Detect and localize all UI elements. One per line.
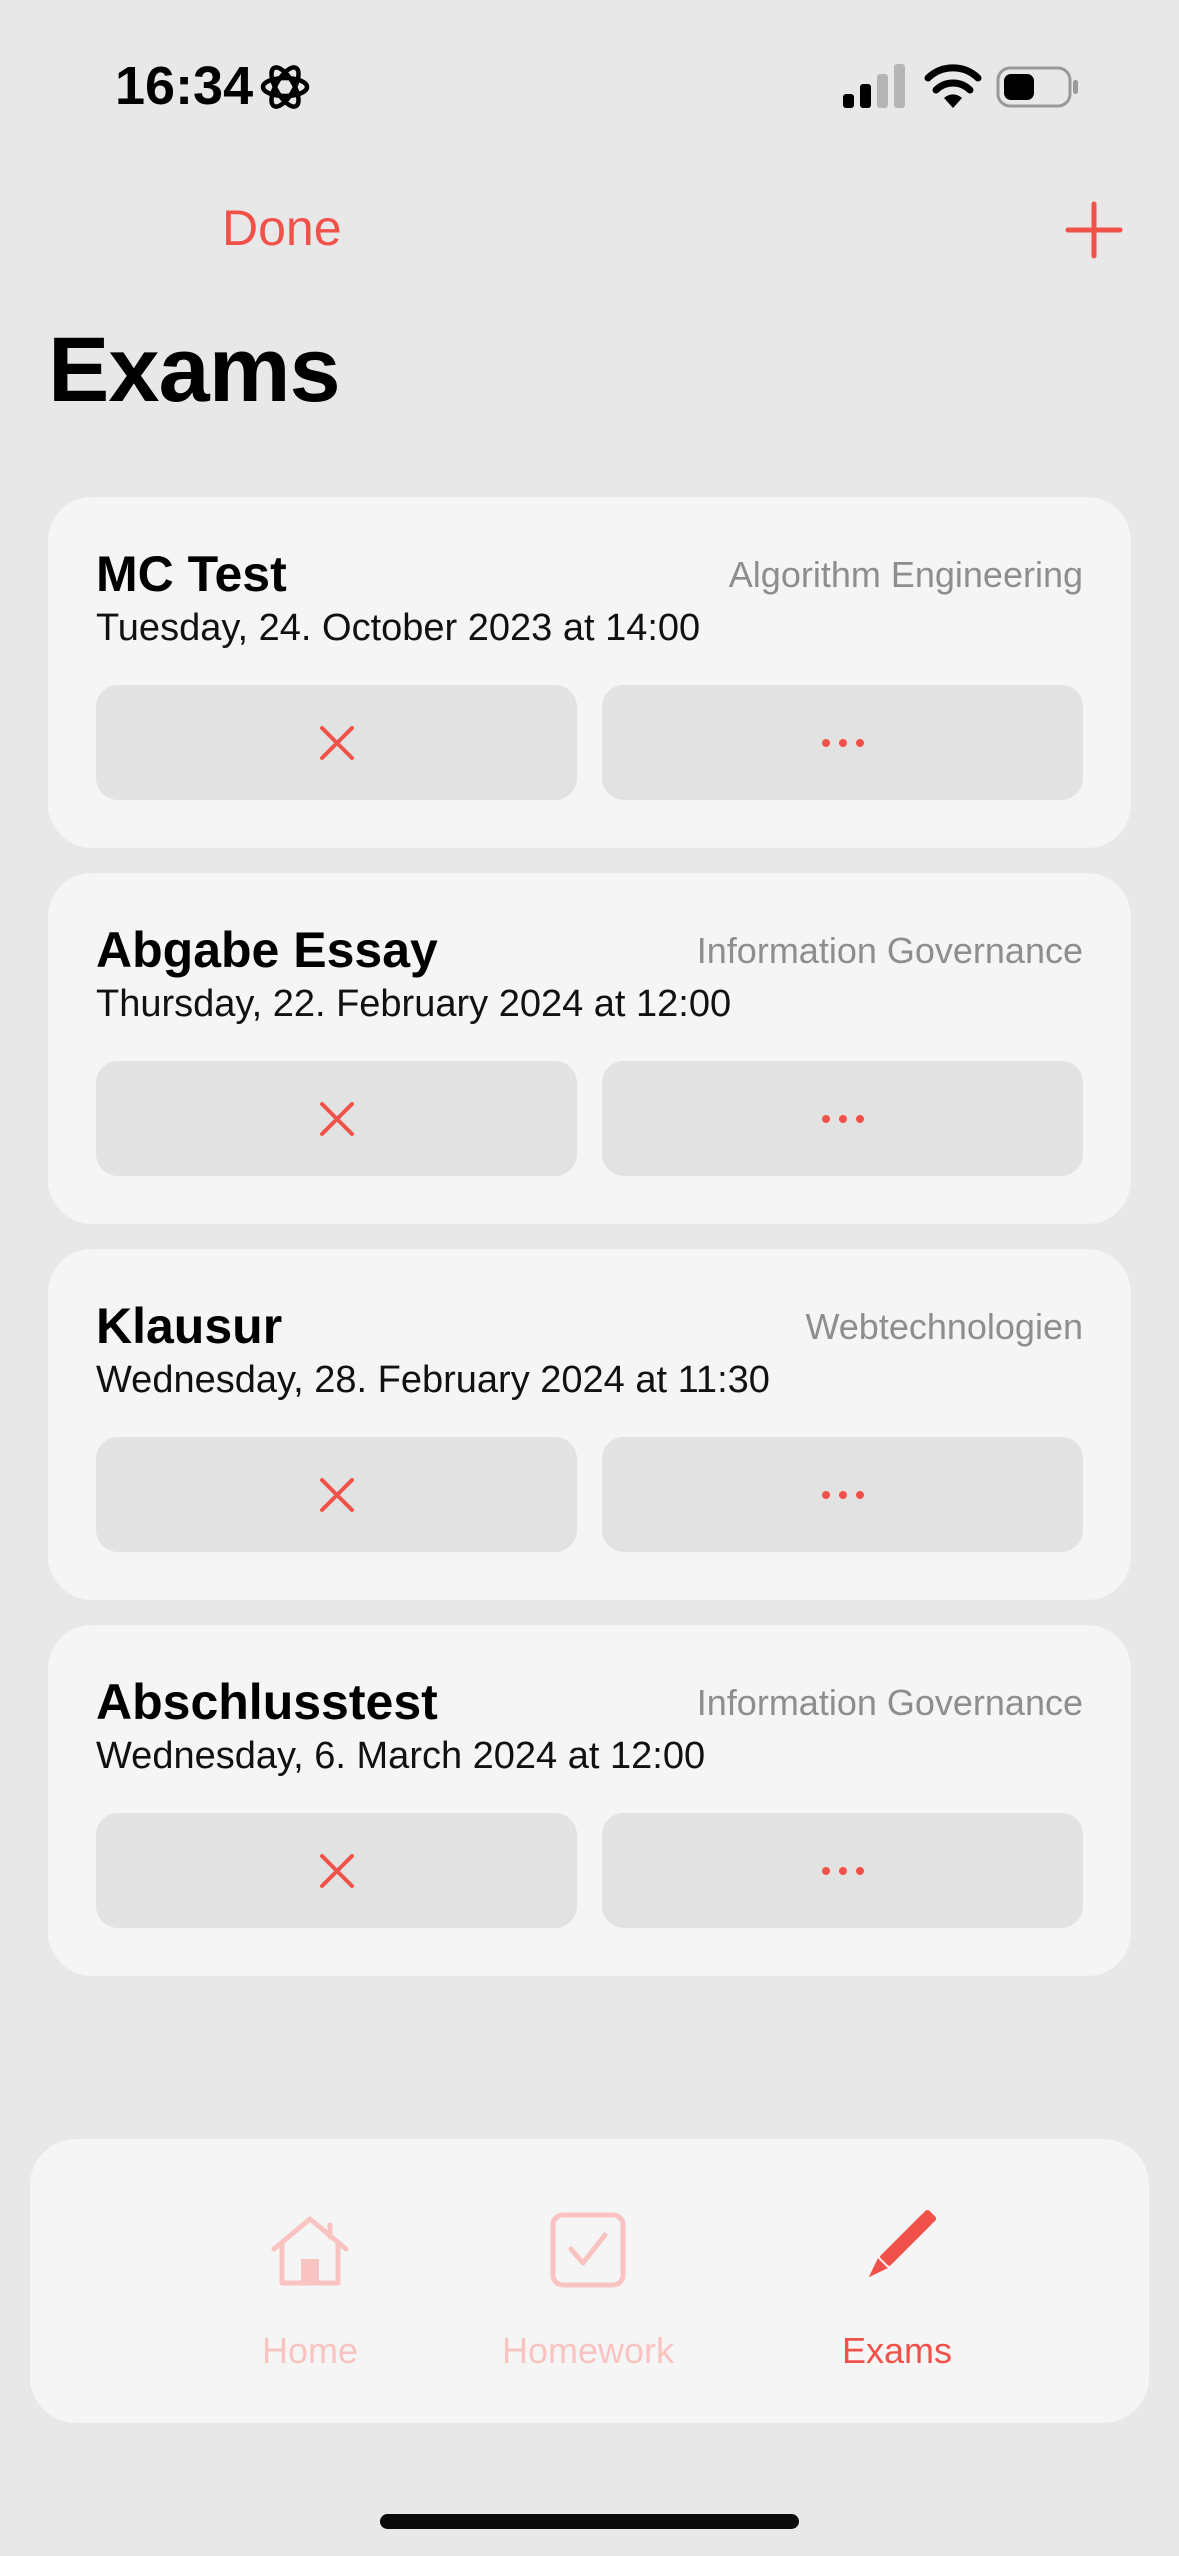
pencil-icon [868,2209,937,2278]
exam-date: Wednesday, 6. March 2024 at 12:00 [96,1735,706,1777]
exam-title: MC Test [96,546,287,602]
exam-date: Wednesday, 28. February 2024 at 11:30 [96,1359,770,1401]
exam-title: Abschlusstest [96,1674,438,1730]
checkbox-icon [550,2212,626,2288]
tab-label: Home [261,2330,359,2371]
tab-home[interactable]: Home [180,2139,440,2423]
page-title: Exams [48,319,341,421]
tab-bar: Home Homework Exams [30,2139,1149,2423]
delete-exam-button[interactable] [96,1061,577,1176]
tab-label: Homework [501,2330,675,2371]
status-time: 16:34 [115,56,254,116]
tab-homework[interactable]: Homework [458,2139,718,2423]
ellipsis-icon [821,738,864,747]
home-indicator[interactable] [380,2514,799,2529]
exam-card: Klausur Webtechnologien Wednesday, 28. F… [48,1249,1131,1600]
close-icon [319,1477,354,1512]
delete-exam-button[interactable] [96,685,577,800]
ellipsis-icon [821,1866,864,1875]
exam-date: Thursday, 22. February 2024 at 12:00 [96,983,732,1025]
exam-options-button[interactable] [602,685,1083,800]
close-icon [319,1853,354,1888]
exam-options-button[interactable] [602,1437,1083,1552]
exam-course: Webtechnologien [805,1306,1083,1347]
exam-title: Abgabe Essay [96,922,438,978]
gear-icon [260,65,310,109]
exam-course: Algorithm Engineering [728,554,1083,595]
exam-date: Tuesday, 24. October 2023 at 14:00 [96,607,701,649]
delete-exam-button[interactable] [96,1437,577,1552]
tab-label: Exams [841,2330,953,2371]
close-icon [319,725,354,760]
close-icon [319,1101,354,1136]
exam-options-button[interactable] [602,1813,1083,1928]
exam-course: Information Governance [696,930,1083,971]
tab-exams[interactable]: Exams [767,2139,1027,2423]
ellipsis-icon [821,1490,864,1499]
delete-exam-button[interactable] [96,1813,577,1928]
exam-card: MC Test Algorithm Engineering Tuesday, 2… [48,497,1131,848]
plus-icon[interactable] [1064,200,1124,260]
cellular-signal-icon [843,64,905,108]
exam-options-button[interactable] [602,1061,1083,1176]
wifi-icon [924,64,982,108]
exam-card: Abschlusstest Information Governance Wed… [48,1625,1131,1976]
battery-icon [996,66,1078,108]
exam-course: Information Governance [696,1682,1083,1723]
house-icon [271,2216,349,2286]
exam-card: Abgabe Essay Information Governance Thur… [48,873,1131,1224]
exam-title: Klausur [96,1298,283,1354]
ellipsis-icon [821,1114,864,1123]
done-button[interactable]: Done [222,196,342,260]
